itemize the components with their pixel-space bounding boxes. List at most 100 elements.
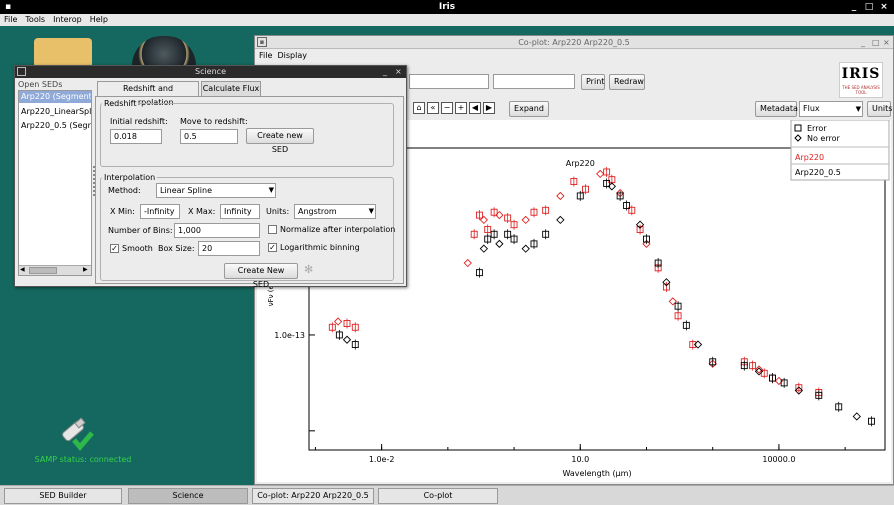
minimize-icon[interactable]: _ <box>848 1 860 13</box>
flux-select-value: Flux <box>803 104 820 113</box>
metadata-button[interactable]: Metadata <box>755 101 798 117</box>
tab-content: Redshift Initial redshift: 0.018 Move to… <box>95 96 404 289</box>
menu-file[interactable]: File <box>0 14 21 26</box>
open-seds-panel: Open SEDs Arp220 (Segment Arp220_LinearS… <box>18 80 92 284</box>
home-icon[interactable]: ⌂ <box>413 102 425 114</box>
menu-interop[interactable]: Interop <box>49 14 86 26</box>
xmax-input[interactable]: Infinity <box>220 204 260 219</box>
flux-select[interactable]: Flux ▼ <box>799 101 863 117</box>
pan-left-icon[interactable]: « <box>427 102 439 114</box>
scrollbar-thumb[interactable] <box>29 267 57 274</box>
science-minimize-icon[interactable]: _ <box>383 66 387 78</box>
menu-help[interactable]: Help <box>86 14 112 26</box>
coplot-menu-bar: File Display <box>259 50 307 61</box>
method-select[interactable]: Linear Spline ▼ <box>156 183 276 198</box>
redraw-button[interactable]: Redraw <box>609 74 645 90</box>
coplot-title: Co-plot: Arp220 Arp220_0.5 <box>518 38 630 47</box>
tab-calculate-flux[interactable]: Calculate Flux <box>201 81 261 96</box>
coplot-text-field-1[interactable] <box>409 74 489 89</box>
sed-builder-desktop-icon[interactable] <box>34 38 92 68</box>
redshift-legend: Redshift <box>102 99 139 108</box>
next-icon[interactable]: ▶ <box>483 102 495 114</box>
coplot-minimize-icon[interactable]: _ <box>861 36 865 49</box>
samp-status-text: SAMP status: connected <box>34 455 132 464</box>
menu-tools[interactable]: Tools <box>21 14 49 26</box>
create-new-sed-redshift-button[interactable]: Create new SED <box>246 128 314 154</box>
coplot-text-field-2[interactable] <box>493 74 575 89</box>
zoom-out-icon[interactable]: − <box>441 102 453 114</box>
units-button[interactable]: Units <box>867 101 892 117</box>
open-seds-list[interactable]: Arp220 (Segment Arp220_LinearSpl Arp220_… <box>18 90 92 276</box>
iris-logo: IRIS THE SED ANALYSIS TOOL <box>839 62 883 98</box>
method-value: Linear Spline <box>160 186 212 195</box>
taskbar: SED Builder Science Co-plot: Arp220 Arp2… <box>0 485 894 505</box>
open-seds-label: Open SEDs <box>18 80 63 89</box>
coplot-menu-file[interactable]: File <box>259 51 272 60</box>
create-new-sed-interp-button[interactable]: Create New SED <box>224 263 298 289</box>
print-button[interactable]: Print <box>581 74 605 90</box>
bins-label: Number of Bins: <box>108 226 173 235</box>
legend-no-error-label: No error <box>807 134 841 143</box>
taskbar-science[interactable]: Science <box>128 488 248 504</box>
arp220-05-point <box>556 215 565 225</box>
coplot-close-icon[interactable]: × <box>883 36 890 49</box>
logarithmic-binning-checkbox[interactable]: ✓ <box>268 243 277 252</box>
legend-series-arp220: Arp220 <box>795 153 824 162</box>
normalize-checkbox[interactable] <box>268 225 277 234</box>
close-icon[interactable]: × <box>878 1 890 13</box>
chevron-down-icon: ▼ <box>368 207 374 215</box>
sed-list-item[interactable]: Arp220 (Segment <box>19 91 91 103</box>
expand-button[interactable]: Expand <box>509 101 549 117</box>
move-redshift-input[interactable]: 0.5 <box>180 129 238 144</box>
arp220-point <box>521 215 530 225</box>
chart-title: Arp220 <box>566 159 595 168</box>
initial-redshift-input[interactable]: 0.018 <box>110 129 162 144</box>
tab-redshift-interpolation[interactable]: Redshift and Interpolation <box>97 81 199 107</box>
scroll-right-icon[interactable]: ▶ <box>83 266 88 273</box>
main-menu-bar: File Tools Interop Help <box>0 14 894 26</box>
arp220-05-point <box>495 239 504 249</box>
units-select[interactable]: Angstrom ▼ <box>294 204 376 219</box>
maximize-icon[interactable]: □ <box>863 1 875 13</box>
app-title: Iris <box>438 2 456 12</box>
science-title: Science <box>194 67 226 76</box>
xmax-label: X Max: <box>188 207 216 216</box>
taskbar-coplot[interactable]: Co-plot <box>378 488 498 504</box>
science-close-icon[interactable]: × <box>395 66 402 78</box>
legend-error-label: Error <box>807 124 827 133</box>
science-window: Science _ × Open SEDs Arp220 (Segment Ar… <box>14 65 407 289</box>
units-value: Angstrom <box>298 207 337 216</box>
arp220-point <box>463 258 472 268</box>
zoom-in-icon[interactable]: + <box>455 102 467 114</box>
x-tick-label: 10000.0 <box>762 455 795 464</box>
arp220-05-point <box>479 244 489 253</box>
smooth-checkbox[interactable]: ✓ <box>110 244 119 253</box>
coplot-task-label: Co-plot: Arp220 Arp220_0.5 <box>257 491 369 500</box>
bins-input[interactable]: 1,000 <box>174 223 260 238</box>
initial-redshift-label: Initial redshift: <box>110 117 168 126</box>
science-task-label: Science <box>172 491 204 500</box>
xmin-input[interactable]: -Infinity <box>140 204 180 219</box>
boxsize-label: Box Size: <box>158 244 195 253</box>
xmin-label: X Min: <box>110 207 135 216</box>
x-axis-label: Wavelength (µm) <box>562 469 631 478</box>
taskbar-coplot-arp220[interactable]: Co-plot: Arp220 Arp220_0.5 <box>252 488 374 504</box>
sed-list-item[interactable]: Arp220_LinearSpl <box>19 103 91 119</box>
sed-list-item[interactable]: Arp220_0.5 (Segr <box>19 119 91 133</box>
chevron-down-icon: ▼ <box>268 186 274 194</box>
smooth-label: Smooth <box>122 244 153 253</box>
coplot-maximize-icon[interactable]: □ <box>872 36 880 49</box>
scroll-left-icon[interactable]: ◀ <box>20 266 25 273</box>
method-label: Method: <box>108 186 141 195</box>
coplot-menu-display[interactable]: Display <box>277 51 307 60</box>
boxsize-input[interactable]: 20 <box>198 241 260 256</box>
horizontal-scrollbar[interactable]: ◀ ▶ <box>19 265 91 275</box>
window-icon[interactable]: ▪ <box>257 37 267 47</box>
app-title-bar: Iris ▪ _ □ × <box>0 0 894 14</box>
legend-series-arp220-05: Arp220_0.5 <box>795 168 841 177</box>
app-menu-icon[interactable]: ▪ <box>2 1 14 13</box>
taskbar-sed-builder[interactable]: SED Builder <box>4 488 122 504</box>
coplot-2-task-label: Co-plot <box>423 491 453 500</box>
science-window-icon[interactable] <box>17 67 26 76</box>
previous-icon[interactable]: ◀ <box>469 102 481 114</box>
